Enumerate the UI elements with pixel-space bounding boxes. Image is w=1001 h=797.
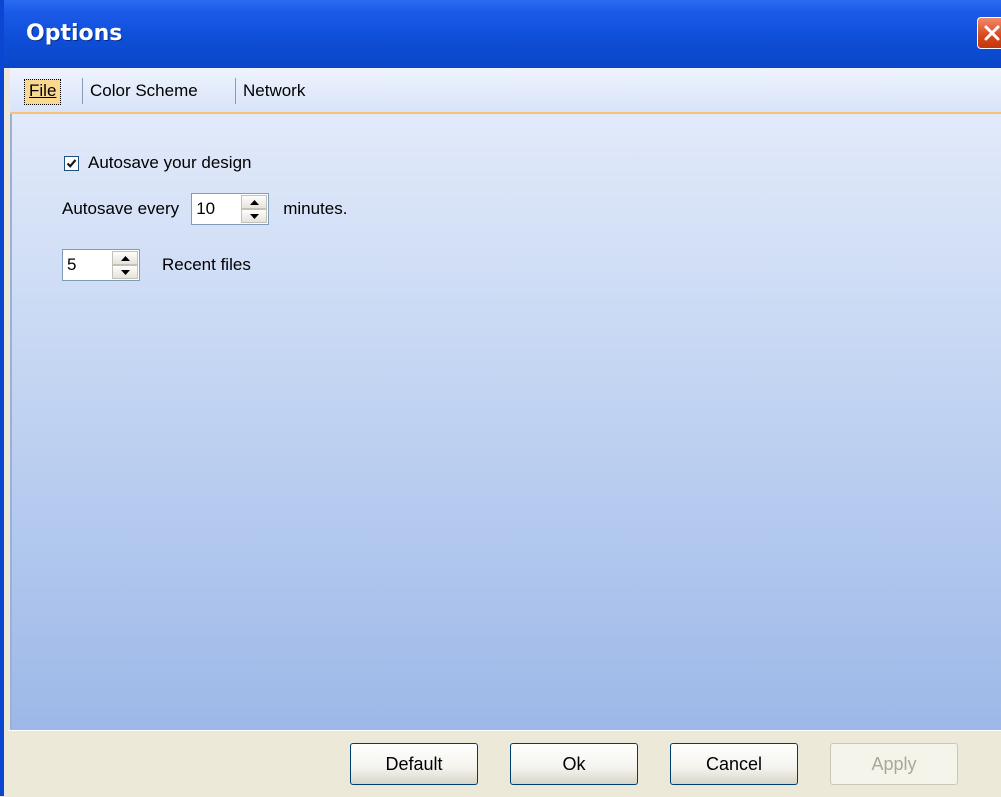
tab-color-scheme-label: Color Scheme <box>90 81 198 100</box>
recent-files-row: 5 Recent files <box>62 248 251 282</box>
apply-button[interactable]: Apply <box>830 743 958 785</box>
spinner-buttons <box>241 195 268 223</box>
file-tab-panel: Autosave your design Autosave every 10 m… <box>10 114 1001 730</box>
spin-up-button[interactable] <box>241 195 268 209</box>
autosave-interval-row: Autosave every 10 minutes. <box>62 192 347 226</box>
tab-divider <box>235 78 236 104</box>
title-bar[interactable]: Options <box>4 0 1001 68</box>
autosave-checkbox-label: Autosave your design <box>88 153 252 172</box>
button-bar: Default Ok Cancel Apply <box>8 730 1001 797</box>
spinner-buttons <box>112 251 138 279</box>
tab-network[interactable]: Network <box>243 79 305 103</box>
ok-button[interactable]: Ok <box>510 743 638 785</box>
spin-down-button[interactable] <box>112 265 138 279</box>
recent-files-label: Recent files <box>162 255 251 274</box>
cancel-button[interactable]: Cancel <box>670 743 798 785</box>
tab-color-scheme[interactable]: Color Scheme <box>90 79 198 103</box>
arrow-up-icon <box>250 200 260 205</box>
spin-down-button[interactable] <box>241 209 268 223</box>
arrow-up-icon <box>121 256 130 261</box>
arrow-down-icon <box>121 270 130 275</box>
tab-file[interactable]: File <box>24 79 62 105</box>
autosave-checkbox-row[interactable]: Autosave your design <box>64 152 252 174</box>
spin-up-button[interactable] <box>112 251 138 265</box>
checkmark-icon <box>66 158 77 168</box>
tab-file-label: File <box>29 81 57 100</box>
close-button[interactable] <box>977 17 1001 49</box>
options-dialog: Options File Color Scheme Network Autosa <box>0 0 1001 797</box>
window-title: Options <box>26 21 123 46</box>
close-icon <box>984 25 1000 41</box>
autosave-interval-spinner[interactable]: 10 <box>191 193 270 225</box>
autosave-checkbox[interactable] <box>64 155 79 171</box>
minutes-label: minutes. <box>283 199 348 218</box>
tab-network-label: Network <box>243 81 306 100</box>
tab-divider <box>82 78 83 104</box>
arrow-down-icon <box>250 214 260 219</box>
recent-files-spinner[interactable]: 5 <box>62 249 140 281</box>
tab-strip: File Color Scheme Network <box>10 68 1001 114</box>
autosave-every-label: Autosave every <box>62 199 180 218</box>
default-button[interactable]: Default <box>350 743 478 785</box>
